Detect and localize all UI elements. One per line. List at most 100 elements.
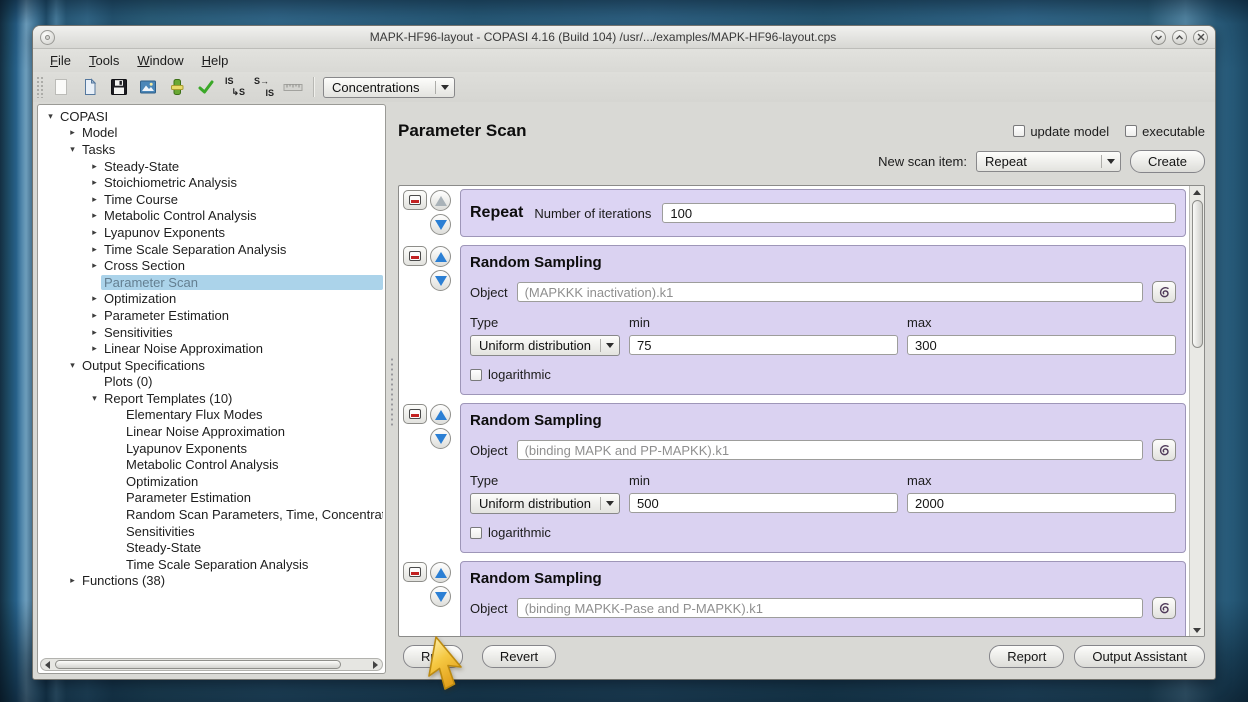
window-menu-button[interactable] xyxy=(40,30,55,45)
collapsed-arrow-icon[interactable]: ▸ xyxy=(88,244,101,255)
logarithmic-checkbox[interactable] xyxy=(470,527,482,539)
titlebar[interactable]: MAPK-HF96-layout - COPASI 4.16 (Build 10… xyxy=(33,26,1215,49)
menu-help[interactable]: Help xyxy=(193,51,238,70)
open-file-button[interactable] xyxy=(77,75,103,99)
remove-scan-item-button[interactable] xyxy=(403,190,427,210)
move-item-down-button[interactable] xyxy=(430,214,451,235)
tree-item-parameter-estimation[interactable]: ▸Parameter Estimation xyxy=(40,307,383,324)
move-item-up-button[interactable] xyxy=(430,404,451,425)
expanded-arrow-icon[interactable]: ▾ xyxy=(66,360,79,371)
slider-ruler-button[interactable] xyxy=(280,75,306,99)
tree-item-copasi[interactable]: ▾COPASI xyxy=(40,108,383,125)
panel-splitter[interactable] xyxy=(386,102,397,679)
collapsed-arrow-icon[interactable]: ▸ xyxy=(88,161,101,172)
save-button[interactable] xyxy=(106,75,132,99)
executable-checkbox[interactable] xyxy=(1125,125,1137,137)
menu-window[interactable]: Window xyxy=(128,51,192,70)
move-item-down-button[interactable] xyxy=(430,270,451,291)
remove-scan-item-button[interactable] xyxy=(403,562,427,582)
tree-item-time-scale-separation-analysis[interactable]: ▸Time Scale Separation Analysis xyxy=(40,241,383,258)
tree-item-parameter-estimation[interactable]: Parameter Estimation xyxy=(40,490,383,507)
create-button[interactable]: Create xyxy=(1130,150,1205,173)
scroll-track[interactable] xyxy=(54,659,369,670)
tree-item-lyapunov-exponents[interactable]: ▸Lyapunov Exponents xyxy=(40,224,383,241)
scan-vertical-scrollbar[interactable] xyxy=(1189,186,1204,636)
collapsed-arrow-icon[interactable]: ▸ xyxy=(88,194,101,205)
collapsed-arrow-icon[interactable]: ▸ xyxy=(88,177,101,188)
scroll-thumb[interactable] xyxy=(1192,200,1203,348)
tree-item-steady-state[interactable]: ▸Steady-State xyxy=(40,158,383,175)
logarithmic-checkbox[interactable] xyxy=(470,369,482,381)
select-object-button[interactable] xyxy=(1152,439,1176,461)
scroll-track[interactable] xyxy=(1190,198,1204,624)
collapsed-arrow-icon[interactable]: ▸ xyxy=(88,227,101,238)
tree-item-sensitivities[interactable]: Sensitivities xyxy=(40,523,383,540)
export-image-button[interactable] xyxy=(135,75,161,99)
select-object-button[interactable] xyxy=(1152,597,1176,619)
tree-item-functions-38[interactable]: ▸Functions (38) xyxy=(40,573,383,590)
object-input[interactable]: (binding MAPK and PP-MAPKK).k1 xyxy=(517,440,1143,460)
tree-item-model[interactable]: ▸Model xyxy=(40,125,383,142)
object-input[interactable]: (binding MAPKK-Pase and P-MAPKK).k1 xyxy=(517,598,1143,618)
scroll-left-button[interactable] xyxy=(41,659,54,670)
new-file-button[interactable] xyxy=(48,75,74,99)
tree-item-steady-state[interactable]: Steady-State xyxy=(40,539,383,556)
run-button[interactable]: Run xyxy=(403,645,463,668)
tree-item-optimization[interactable]: Optimization xyxy=(40,473,383,490)
tree-item-optimization[interactable]: ▸Optimization xyxy=(40,291,383,308)
expanded-arrow-icon[interactable]: ▾ xyxy=(44,111,57,122)
tree-horizontal-scrollbar[interactable] xyxy=(40,658,383,671)
close-button[interactable] xyxy=(1193,30,1208,45)
tree-item-time-course[interactable]: ▸Time Course xyxy=(40,191,383,208)
collapsed-arrow-icon[interactable]: ▸ xyxy=(66,575,79,586)
scroll-up-button[interactable] xyxy=(1190,186,1204,198)
collapsed-arrow-icon[interactable]: ▸ xyxy=(88,327,101,338)
tree-item-linear-noise-approximation[interactable]: ▸Linear Noise Approximation xyxy=(40,340,383,357)
max-input[interactable]: 2000 xyxy=(907,493,1176,513)
convert-is-to-s-button[interactable]: IS ↳S xyxy=(222,75,248,99)
menu-tools[interactable]: Tools xyxy=(80,51,128,70)
collapsed-arrow-icon[interactable]: ▸ xyxy=(88,260,101,271)
scroll-thumb[interactable] xyxy=(55,660,341,669)
tree-item-time-scale-separation-analysis[interactable]: Time Scale Separation Analysis xyxy=(40,556,383,573)
menu-file[interactable]: File xyxy=(41,51,80,70)
tree-item-stoichiometric-analysis[interactable]: ▸Stoichiometric Analysis xyxy=(40,174,383,191)
tree-item-linear-noise-approximation[interactable]: Linear Noise Approximation xyxy=(40,423,383,440)
scroll-right-button[interactable] xyxy=(369,659,382,670)
tree-item-parameter-scan[interactable]: Parameter Scan xyxy=(40,274,383,291)
max-input[interactable]: 300 xyxy=(907,335,1176,355)
toolbar-drag-handle[interactable] xyxy=(36,76,43,98)
report-button[interactable]: Report xyxy=(989,645,1064,668)
tree-item-metabolic-control-analysis[interactable]: ▸Metabolic Control Analysis xyxy=(40,208,383,225)
tree-item-random-scan-parameters-time-concentrations[interactable]: Random Scan Parameters, Time, Concentrat… xyxy=(40,506,383,523)
collapsed-arrow-icon[interactable]: ▸ xyxy=(88,293,101,304)
move-item-down-button[interactable] xyxy=(430,586,451,607)
collapsed-arrow-icon[interactable]: ▸ xyxy=(88,310,101,321)
move-item-up-button[interactable] xyxy=(430,562,451,583)
collapsed-arrow-icon[interactable]: ▸ xyxy=(88,343,101,354)
shade-button[interactable] xyxy=(1151,30,1166,45)
tree-item-report-templates-10[interactable]: ▾Report Templates (10) xyxy=(40,390,383,407)
update-model-checkbox[interactable] xyxy=(1013,125,1025,137)
select-object-button[interactable] xyxy=(1152,281,1176,303)
tree-item-lyapunov-exponents[interactable]: Lyapunov Exponents xyxy=(40,440,383,457)
tree-item-output-specifications[interactable]: ▾Output Specifications xyxy=(40,357,383,374)
iterations-input[interactable]: 100 xyxy=(662,203,1176,223)
scroll-down-button[interactable] xyxy=(1190,624,1204,636)
tree-item-tasks[interactable]: ▾Tasks xyxy=(40,141,383,158)
new-scan-item-dropdown[interactable]: Repeat xyxy=(976,151,1121,172)
tree-item-metabolic-control-analysis[interactable]: Metabolic Control Analysis xyxy=(40,456,383,473)
min-input[interactable]: 75 xyxy=(629,335,898,355)
remove-scan-item-button[interactable] xyxy=(403,246,427,266)
maximize-button[interactable] xyxy=(1172,30,1187,45)
output-assistant-button[interactable]: Output Assistant xyxy=(1074,645,1205,668)
collapsed-arrow-icon[interactable]: ▸ xyxy=(88,210,101,221)
move-item-down-button[interactable] xyxy=(430,428,451,449)
apply-check-button[interactable] xyxy=(193,75,219,99)
expanded-arrow-icon[interactable]: ▾ xyxy=(66,144,79,155)
convert-s-to-is-button[interactable]: S→ IS xyxy=(251,75,277,99)
tree-item-elementary-flux-modes[interactable]: Elementary Flux Modes xyxy=(40,407,383,424)
remove-scan-item-button[interactable] xyxy=(403,404,427,424)
distribution-dropdown[interactable]: Uniform distribution xyxy=(470,493,620,514)
move-item-up-button[interactable] xyxy=(430,190,451,211)
